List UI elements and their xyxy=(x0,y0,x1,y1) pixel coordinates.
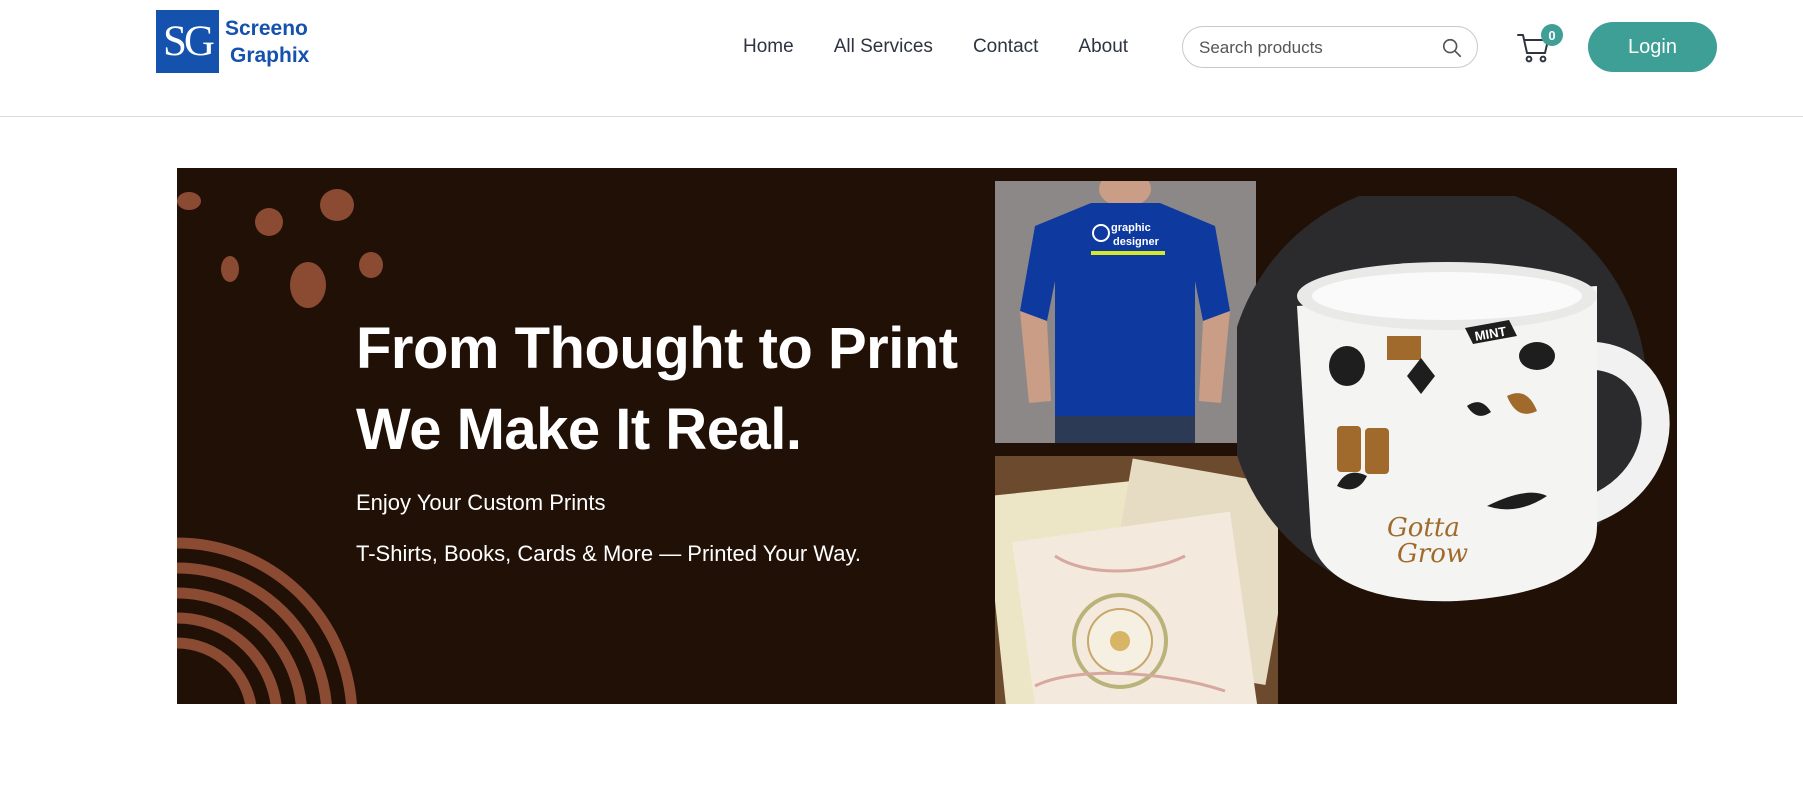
tshirt-image: graphic designer xyxy=(995,181,1256,443)
brand-name: Screeno Graphix xyxy=(225,15,309,69)
search-input[interactable] xyxy=(1199,38,1429,58)
shirt-print-text1: graphic xyxy=(1111,222,1151,234)
site-header: SG Screeno Graphix Home All Services Con… xyxy=(0,0,1803,117)
main-nav: Home All Services Contact About xyxy=(743,34,1128,60)
brand-name-line2: Graphix xyxy=(230,43,310,67)
nav-home[interactable]: Home xyxy=(743,34,794,60)
hero-tagline: T-Shirts, Books, Cards & More — Printed … xyxy=(356,541,861,566)
hero-banner: From Thought to Print We Make It Real. E… xyxy=(177,168,1677,704)
brand-name-line1: Screeno xyxy=(225,16,308,40)
invitation-cards-image xyxy=(995,456,1278,704)
logo-mark: SG xyxy=(156,10,219,73)
nav-contact[interactable]: Contact xyxy=(973,34,1038,60)
svg-text:Grow: Grow xyxy=(1397,539,1468,569)
nav-about[interactable]: About xyxy=(1078,34,1128,60)
nav-all-services[interactable]: All Services xyxy=(834,34,933,60)
search-box xyxy=(1182,26,1478,68)
hero-title-line1: From Thought to Print xyxy=(356,316,958,381)
mug-image: Gotta Grow MINT xyxy=(1227,181,1677,626)
hero-subtitle: Enjoy Your Custom Prints xyxy=(356,490,606,515)
brand-logo[interactable]: SG Screeno Graphix xyxy=(156,10,309,73)
shirt-print-text2: designer xyxy=(1113,236,1160,248)
hero-title-line2: We Make It Real. xyxy=(356,397,802,462)
search-icon[interactable] xyxy=(1441,37,1463,59)
cart-count-badge: 0 xyxy=(1541,24,1563,46)
hero-title: From Thought to Print We Make It Real. xyxy=(356,308,958,470)
login-button[interactable]: Login xyxy=(1588,22,1717,72)
